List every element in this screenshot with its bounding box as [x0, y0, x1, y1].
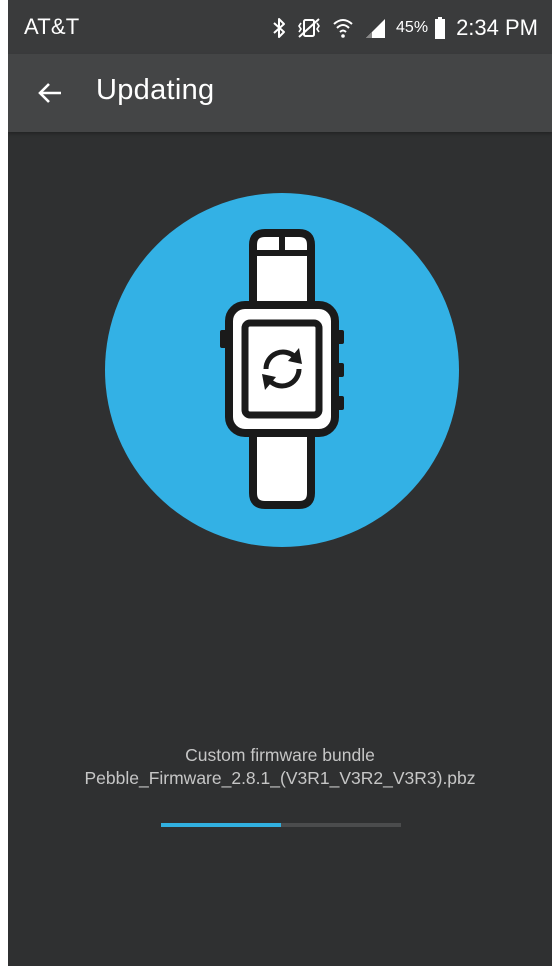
- update-progress-fill: [161, 823, 281, 827]
- page-title: Updating: [96, 74, 215, 106]
- wifi-icon: [332, 17, 354, 39]
- firmware-filename: Pebble_Firmware_2.8.1_(V3R1_V3R2_V3R3).p…: [84, 768, 476, 788]
- status-icons: 45% 2:34 PM: [272, 10, 538, 46]
- phone-screen: AT&T 45% 2:34 PM Updating Custom firmwar…: [8, 0, 552, 966]
- carrier-label: AT&T: [24, 14, 80, 39]
- watch-sync-illustration: [105, 193, 459, 547]
- clock: 2:34 PM: [456, 15, 538, 40]
- status-bar: AT&T 45% 2:34 PM: [8, 0, 552, 54]
- bluetooth-icon: [272, 17, 286, 39]
- app-bar: Updating: [8, 54, 552, 132]
- back-button[interactable]: [28, 71, 72, 115]
- arrow-left-icon: [38, 83, 61, 103]
- update-label: Custom firmware bundle: [185, 745, 375, 765]
- vibrate-icon: [296, 17, 322, 39]
- battery-percent: 45%: [396, 19, 429, 36]
- update-progress-bar: [161, 823, 401, 827]
- battery-icon: [434, 16, 446, 40]
- signal-icon: [364, 17, 386, 39]
